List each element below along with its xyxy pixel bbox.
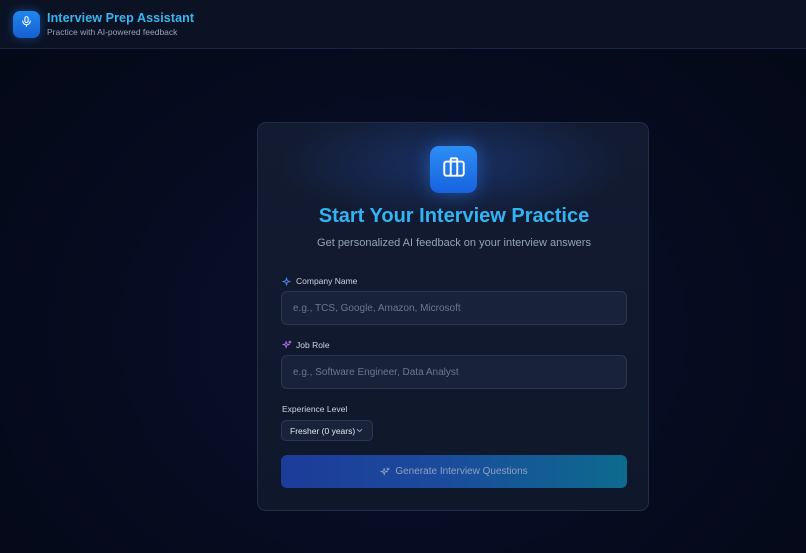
microphone-icon bbox=[20, 15, 33, 33]
generate-questions-button[interactable]: Generate Interview Questions bbox=[281, 455, 627, 488]
app-title: Interview Prep Assistant bbox=[47, 10, 195, 25]
company-label: Company Name bbox=[282, 276, 357, 286]
sparkles-icon bbox=[282, 340, 292, 350]
sparkle-icon bbox=[282, 276, 292, 286]
card-subtitle: Get personalized AI feedback on your int… bbox=[317, 237, 591, 249]
app-header: Interview Prep Assistant Practice with A… bbox=[0, 0, 806, 49]
chevron-down-icon bbox=[355, 426, 364, 437]
experience-level-select[interactable]: Fresher (0 years) bbox=[281, 420, 373, 441]
app-logo bbox=[13, 10, 40, 38]
app-subtitle: Practice with AI-powered feedback bbox=[47, 26, 178, 37]
company-label-text: Company Name bbox=[296, 276, 358, 286]
sparkles-icon bbox=[380, 466, 390, 477]
setup-card: Start Your Interview Practice Get person… bbox=[257, 122, 649, 511]
job-role-input[interactable] bbox=[281, 355, 627, 389]
card-title: Start Your Interview Practice bbox=[318, 205, 590, 227]
briefcase-icon bbox=[441, 154, 467, 185]
role-label: Job Role bbox=[282, 340, 330, 350]
experience-label: Experience Level bbox=[282, 404, 347, 414]
experience-label-text: Experience Level bbox=[282, 404, 348, 414]
generate-button-label: Generate Interview Questions bbox=[395, 466, 528, 477]
role-label-text: Job Role bbox=[296, 340, 330, 350]
card-icon-badge bbox=[430, 146, 477, 193]
company-name-input[interactable] bbox=[281, 291, 627, 325]
experience-selected-value: Fresher (0 years) bbox=[290, 425, 356, 436]
